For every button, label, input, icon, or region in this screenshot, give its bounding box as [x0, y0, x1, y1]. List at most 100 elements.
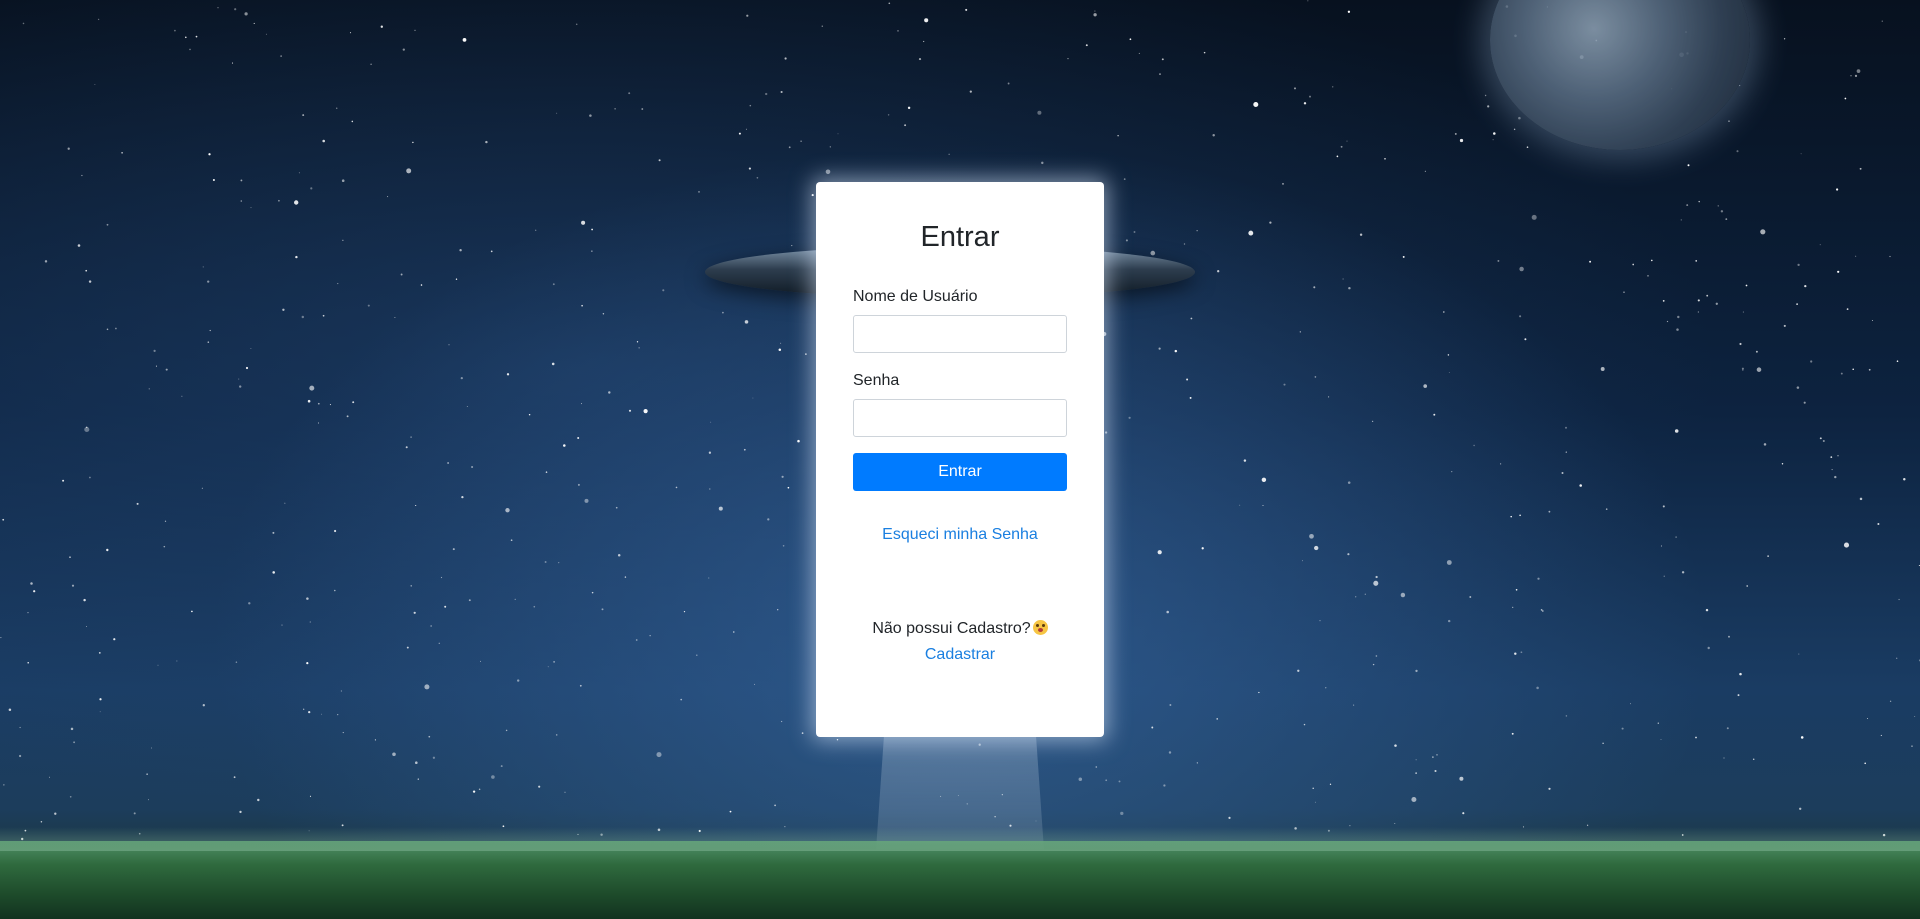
- star: [1487, 105, 1490, 108]
- star: [1174, 349, 1178, 353]
- star: [675, 486, 678, 489]
- star: [1819, 244, 1821, 246]
- star: [1138, 52, 1140, 54]
- star: [44, 260, 48, 263]
- star: [71, 584, 75, 587]
- star: [452, 548, 455, 551]
- star: [1371, 420, 1374, 423]
- star: [591, 250, 593, 252]
- star: [1283, 383, 1286, 386]
- star: [98, 652, 101, 654]
- star: [1867, 717, 1868, 719]
- star: [552, 283, 555, 286]
- star: [1819, 437, 1822, 440]
- star: [563, 444, 566, 447]
- star: [780, 720, 783, 723]
- star: [340, 690, 342, 692]
- signup-prompt: Não possui Cadastro?: [853, 620, 1067, 638]
- star: [153, 349, 156, 353]
- star: [1871, 320, 1873, 321]
- star: [1763, 443, 1767, 446]
- star: [392, 752, 396, 757]
- star: [811, 194, 814, 197]
- star: [238, 378, 240, 380]
- star: [432, 756, 436, 759]
- star: [1518, 116, 1521, 120]
- star: [174, 29, 176, 32]
- star: [1705, 608, 1709, 612]
- star: [1469, 596, 1472, 598]
- password-input[interactable]: [853, 399, 1067, 438]
- star: [1117, 135, 1119, 137]
- star: [428, 735, 431, 738]
- star: [351, 120, 354, 123]
- star: [718, 506, 723, 511]
- star: [1359, 233, 1363, 236]
- star: [448, 344, 450, 346]
- star: [1856, 69, 1861, 73]
- star: [535, 229, 537, 231]
- star: [1459, 138, 1464, 143]
- star: [555, 734, 558, 736]
- star: [472, 790, 476, 793]
- star: [322, 139, 326, 143]
- star: [1203, 51, 1206, 54]
- star: [420, 284, 423, 286]
- star: [683, 610, 686, 613]
- star: [1037, 110, 1042, 115]
- star: [564, 791, 566, 793]
- star: [1499, 463, 1502, 465]
- star: [1314, 376, 1317, 378]
- star: [608, 391, 611, 394]
- star: [2, 518, 5, 521]
- star: [1473, 444, 1475, 447]
- star: [97, 18, 100, 21]
- star: [1537, 577, 1540, 580]
- star: [1319, 620, 1321, 622]
- star: [99, 698, 102, 701]
- star: [1451, 470, 1453, 473]
- star: [1493, 132, 1496, 135]
- star: [1519, 315, 1522, 318]
- star: [208, 153, 211, 156]
- star: [1844, 97, 1847, 100]
- star: [1196, 230, 1198, 232]
- star: [40, 821, 43, 823]
- star: [1228, 816, 1231, 820]
- star: [22, 22, 25, 25]
- star: [1372, 663, 1375, 666]
- star: [1742, 311, 1744, 313]
- star: [148, 799, 149, 801]
- star: [240, 200, 243, 202]
- star: [99, 711, 101, 713]
- star: [748, 167, 751, 170]
- star: [1783, 324, 1786, 327]
- star: [969, 90, 972, 93]
- star: [346, 415, 349, 418]
- star: [780, 90, 783, 94]
- signup-link[interactable]: Cadastrar: [853, 646, 1067, 664]
- star: [239, 810, 242, 814]
- star: [591, 228, 593, 231]
- star: [1123, 178, 1126, 180]
- star: [202, 704, 205, 707]
- star: [250, 348, 252, 349]
- star: [1781, 463, 1784, 465]
- star: [298, 172, 300, 174]
- star: [1804, 284, 1807, 288]
- star: [121, 151, 123, 154]
- star: [1880, 734, 1882, 736]
- star: [781, 475, 784, 478]
- star: [374, 739, 376, 741]
- star: [1752, 758, 1755, 760]
- star: [746, 14, 749, 17]
- username-input[interactable]: [853, 314, 1067, 353]
- star: [1650, 259, 1653, 262]
- star: [1243, 459, 1247, 462]
- login-button[interactable]: Entrar: [853, 453, 1067, 492]
- star: [767, 518, 770, 521]
- star: [309, 621, 311, 623]
- star: [1497, 259, 1500, 262]
- forgot-password-link[interactable]: Esqueci minha Senha: [853, 526, 1067, 544]
- star: [821, 25, 824, 28]
